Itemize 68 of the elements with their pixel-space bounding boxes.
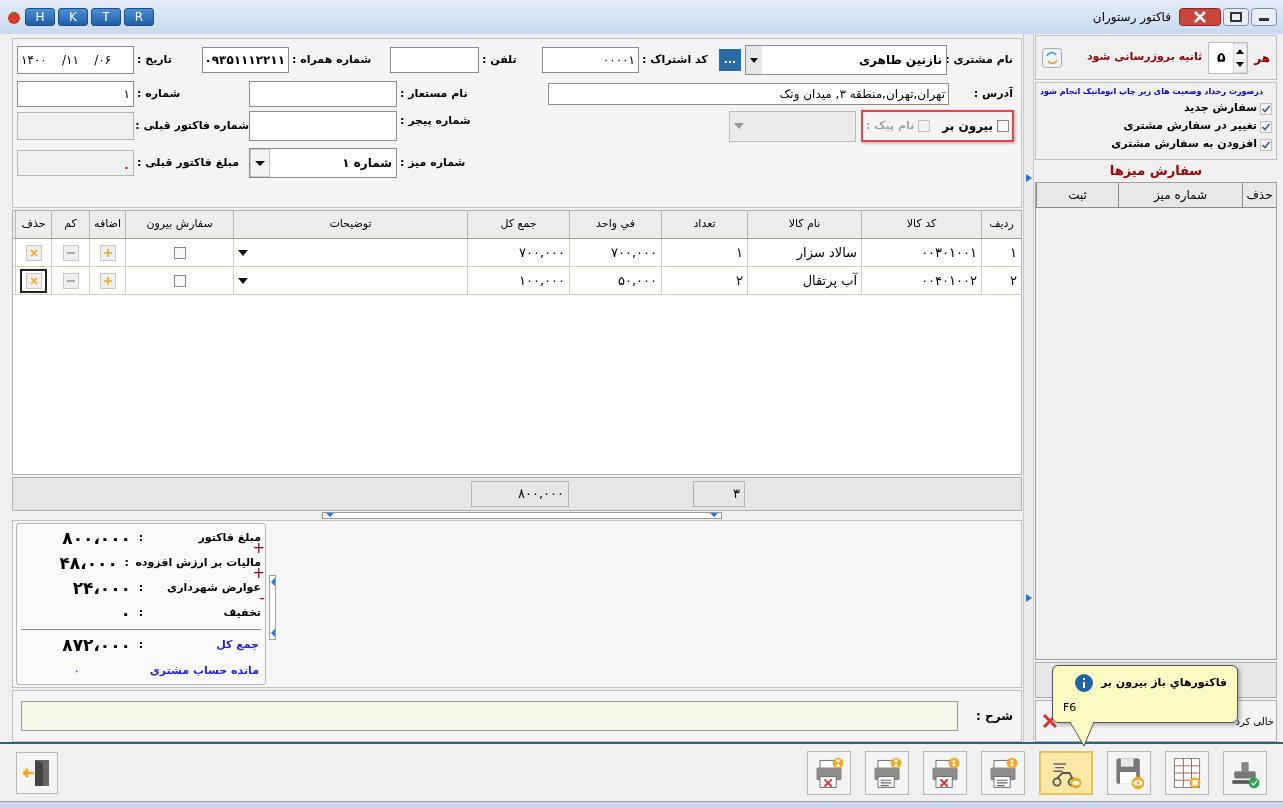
field-label: شماره :	[136, 85, 182, 102]
refresh-label: هر	[1254, 49, 1270, 67]
table-cell-text: ۲	[1010, 271, 1017, 290]
table-cell-text: ۰۰۳۰۱۰۰۱	[921, 243, 977, 262]
column-header: حذف	[1242, 183, 1276, 207]
field-label: شماره همراه :	[291, 51, 373, 68]
summary-label: تخفیف	[222, 605, 261, 622]
column-header: کم	[51, 211, 89, 238]
summary-label: مانده حساب مشتری	[149, 662, 260, 679]
column-header: توضیحات	[233, 211, 467, 238]
table-cell-text: ۷۰۰,۰۰۰	[518, 243, 565, 262]
summary-label: عوارض شهرداری	[166, 580, 261, 597]
field-label: تلفن :	[481, 51, 518, 68]
summary-value: ۲۴،۰۰۰	[71, 576, 131, 600]
table-cell-text: ۰۰۴۰۱۰۰۲	[921, 271, 977, 290]
summary-colon: :	[137, 637, 145, 654]
column-header: جمع کل	[467, 211, 569, 238]
column-header: تعداد	[661, 211, 747, 238]
window-title: فاکتور رستوران	[1092, 9, 1171, 26]
summary-colon: :	[137, 605, 145, 622]
field-label: آدرس :	[972, 85, 1014, 102]
tooltip-title: فاکتورهاي باز بیرون بر	[1100, 674, 1227, 691]
table-cell-text: ۱	[736, 243, 743, 262]
field-label: شماره فاکتور قبلی :	[134, 117, 249, 134]
summary-value: ۰	[72, 663, 81, 681]
quantity-total-field: ۳	[693, 481, 745, 507]
column-header: ثبت	[1036, 183, 1118, 207]
column-header: اضافه	[89, 211, 125, 238]
summary-value: ۸۷۲،۰۰۰	[61, 633, 131, 657]
summary-value: ۰	[119, 601, 131, 625]
table-cell-text: ۷۰۰,۰۰۰	[610, 243, 657, 262]
field-label: تاریخ :	[136, 51, 173, 68]
auto-print-heading: درصورت رخداد وضعیت های زیر چاپ اتوماتیک انجام شود	[1040, 86, 1263, 98]
summary-value: ۸۰۰،۰۰۰	[61, 526, 131, 550]
checkbox-label: بیرون بر	[942, 118, 993, 135]
field-label: شرح :	[975, 708, 1013, 725]
checkbox-label: تغییر در سفارش مشتری	[1123, 118, 1257, 135]
checkbox-label: نام پیک :	[866, 117, 915, 134]
field-label: شماره پیجر :	[399, 113, 472, 129]
field-label: مبلغ فاکتور قبلی :	[136, 154, 240, 171]
section-title: سفارش میزها	[1108, 162, 1204, 180]
table-cell-text: ۲	[736, 271, 743, 290]
summary-value: ۴۸،۰۰۰	[58, 551, 118, 575]
table-cell-text: آب پرتقال	[802, 271, 857, 290]
field-label: نام مستعار :	[399, 85, 469, 102]
amount-total-field: ۸۰۰,۰۰۰	[471, 481, 569, 507]
sign-text: -	[259, 591, 265, 606]
column-header: حذف	[15, 211, 51, 238]
table-cell-text: ۱۰۰,۰۰۰	[518, 271, 565, 290]
field-label: کد اشتراک :	[641, 51, 709, 68]
summary-label: جمع کل	[215, 637, 260, 654]
summary-colon: :	[137, 530, 145, 547]
field-label: شماره میز :	[399, 154, 467, 171]
table-cell-text: سالاد سزار	[796, 243, 857, 263]
column-header: کد کالا	[861, 211, 981, 238]
refresh-label: ثانیه بروزرسانی شود	[1086, 49, 1203, 66]
column-header: نام کالا	[747, 211, 861, 238]
column-header: ردیف	[981, 211, 1021, 238]
checkbox-label: افزودن به سفارش مشتری	[1111, 136, 1257, 153]
checkbox-label: سفارش جدید	[1184, 100, 1257, 117]
column-header: في واحد	[569, 211, 661, 238]
summary-colon: :	[123, 555, 130, 572]
table-cell-text: ۱	[1010, 243, 1017, 262]
table-cell-text: ۵۰,۰۰۰	[617, 271, 657, 290]
column-header: سفارش بیرون	[125, 211, 233, 238]
column-header: شماره میز	[1118, 183, 1242, 207]
summary-colon: :	[137, 580, 145, 597]
tooltip-shortcut: F6	[1063, 700, 1077, 716]
